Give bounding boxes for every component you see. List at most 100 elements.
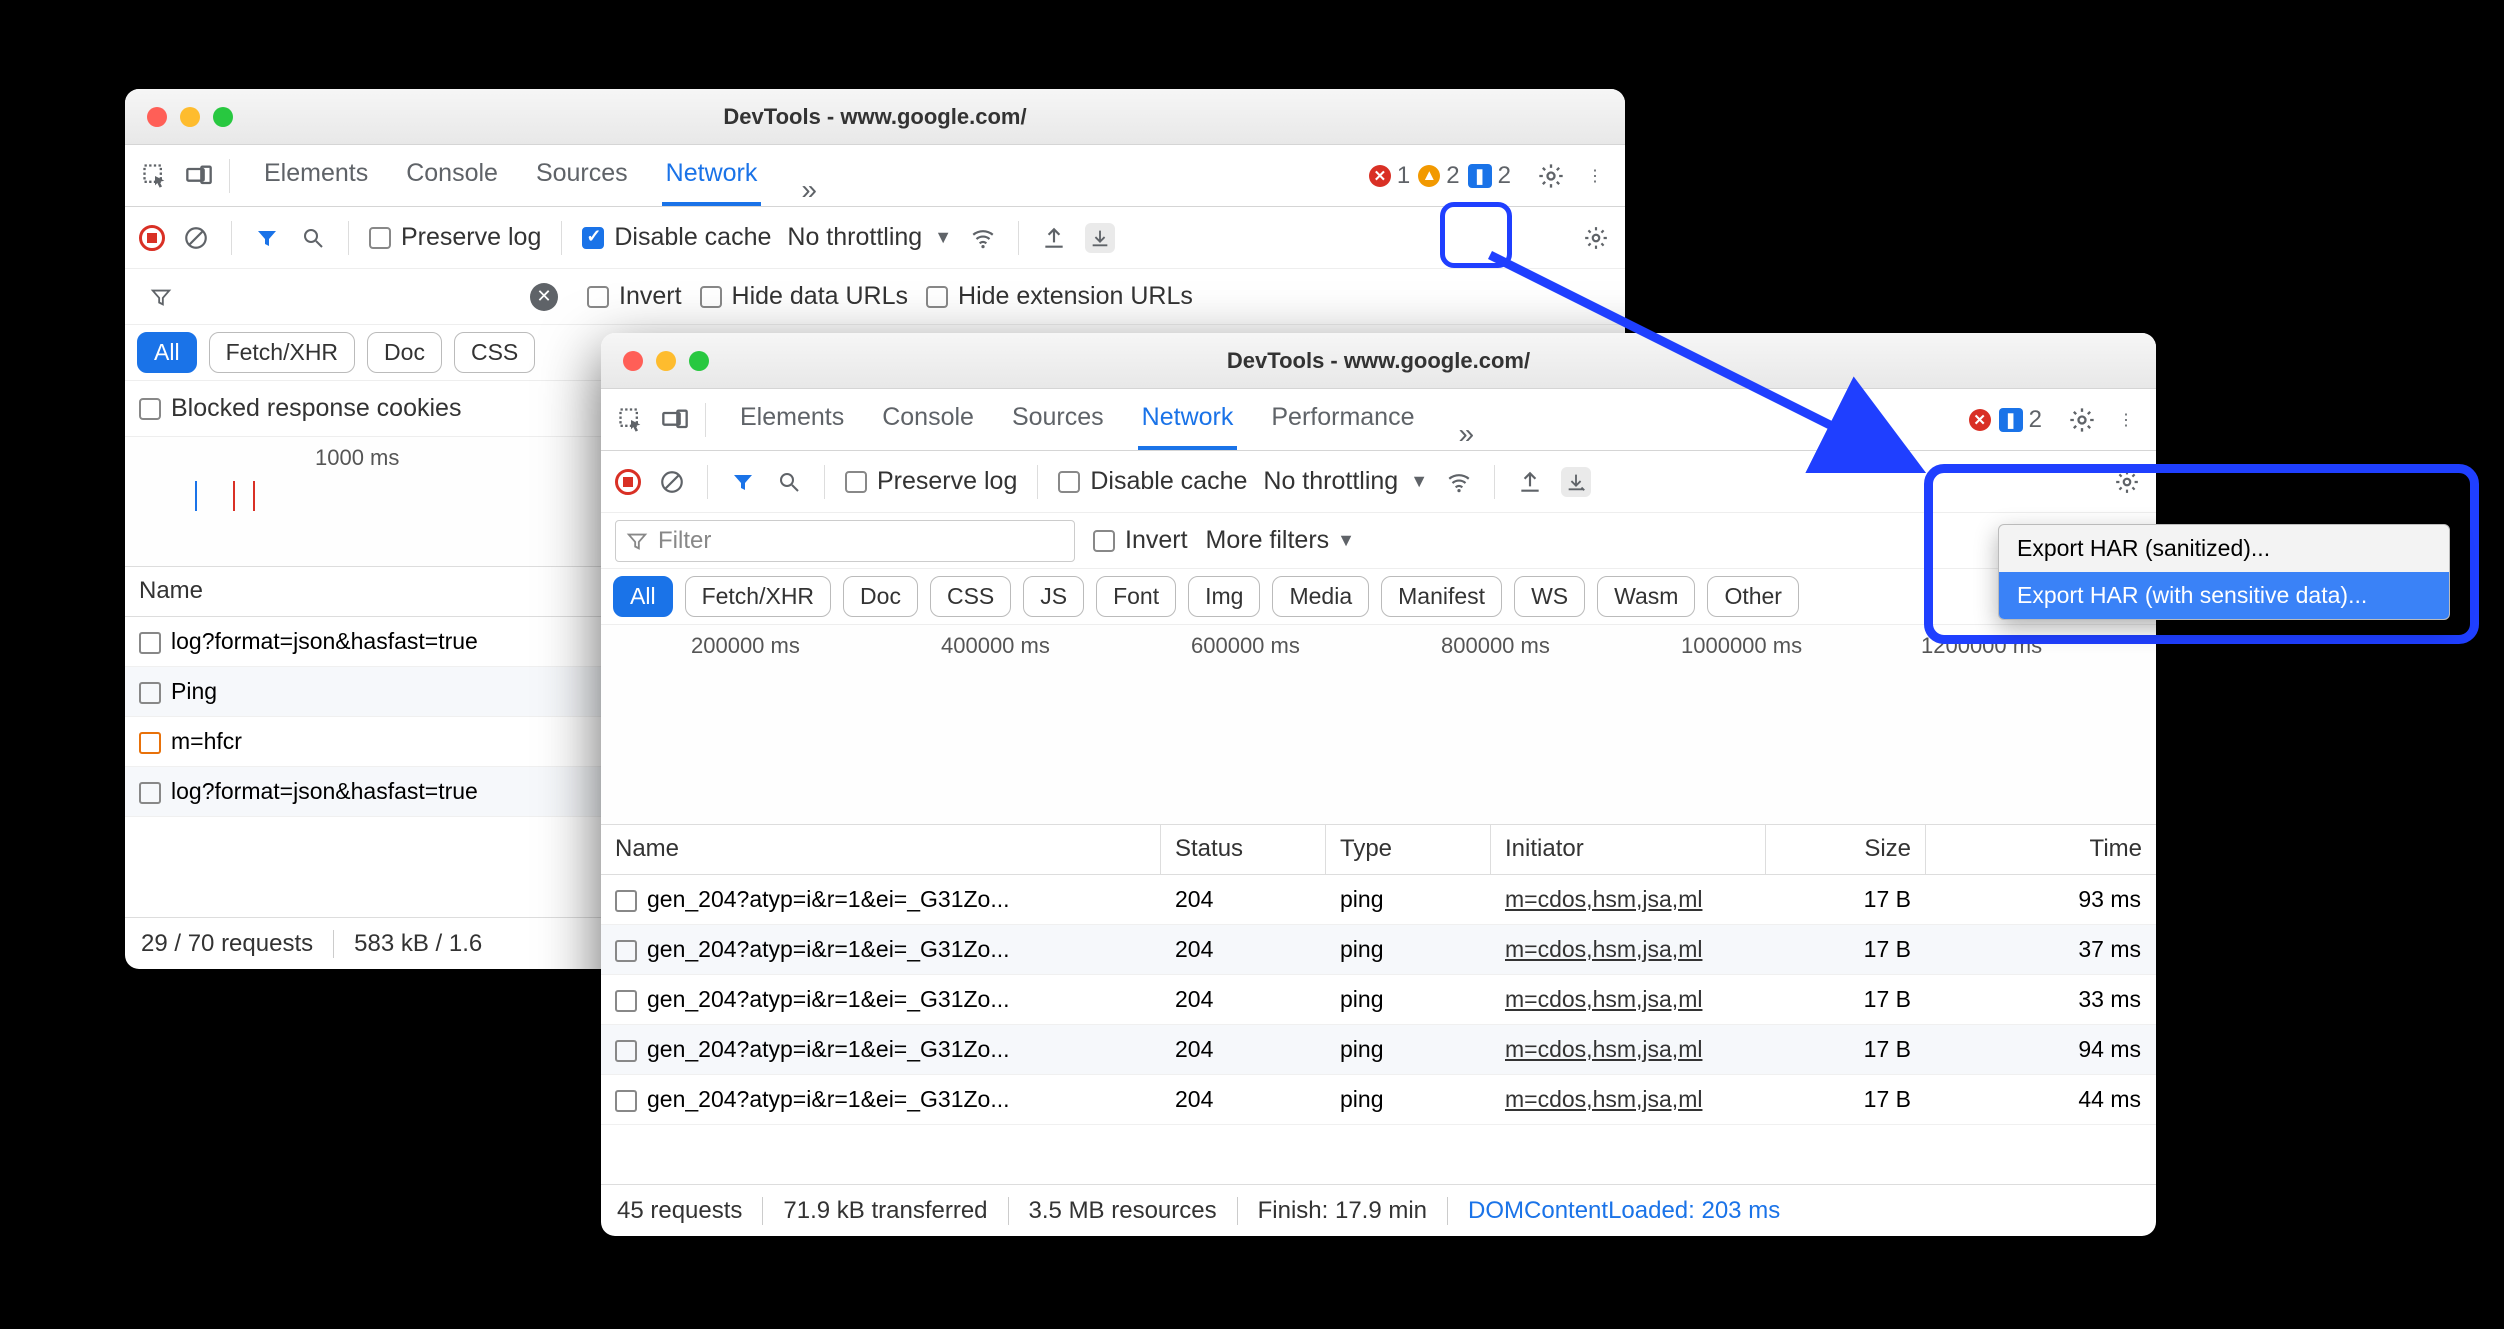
pill-doc[interactable]: Doc [843, 576, 918, 617]
filter-icon[interactable] [252, 223, 282, 253]
timeline-overview[interactable]: 200000 ms 400000 ms 600000 ms 800000 ms … [601, 625, 2156, 825]
blocked-response-cookies-checkbox[interactable]: Blocked response cookies [139, 394, 461, 423]
minimize-icon[interactable] [656, 351, 676, 371]
filter-input[interactable]: ✕ [139, 276, 569, 318]
status-domcontentloaded: DOMContentLoaded: 203 ms [1448, 1197, 1800, 1225]
tab-performance[interactable]: Performance [1267, 389, 1418, 450]
table-row[interactable]: gen_204?atyp=i&r=1&ei=_G31Zo... 204 ping… [601, 1075, 2156, 1125]
pill-img[interactable]: Img [1188, 576, 1260, 617]
divider [824, 465, 825, 499]
tab-elements[interactable]: Elements [736, 389, 848, 450]
network-settings-icon[interactable] [2112, 467, 2142, 497]
more-menu-icon[interactable]: ⋮ [1577, 158, 1613, 194]
upload-har-icon[interactable] [1515, 467, 1545, 497]
col-time[interactable]: Time [1926, 825, 2156, 874]
maximize-icon[interactable] [213, 107, 233, 127]
tab-elements[interactable]: Elements [260, 145, 372, 206]
device-toggle-icon[interactable] [657, 402, 693, 438]
inspect-icon[interactable] [137, 158, 173, 194]
more-menu-icon[interactable]: ⋮ [2108, 402, 2144, 438]
disable-cache-checkbox[interactable]: Disable cache [582, 223, 771, 252]
tab-network[interactable]: Network [1138, 389, 1238, 450]
export-har-menu: Export HAR (sanitized)... Export HAR (wi… [1998, 524, 2450, 620]
titlebar[interactable]: DevTools - www.google.com/ [125, 89, 1625, 145]
error-badge[interactable]: ✕1 [1369, 162, 1410, 190]
search-icon[interactable] [774, 467, 804, 497]
record-button[interactable] [139, 225, 165, 251]
download-har-icon[interactable] [1085, 223, 1115, 253]
table-row[interactable]: gen_204?atyp=i&r=1&ei=_G31Zo... 204 ping… [601, 1025, 2156, 1075]
col-name[interactable]: Name [601, 825, 1161, 874]
preserve-log-checkbox[interactable]: Preserve log [369, 223, 541, 252]
pill-wasm[interactable]: Wasm [1597, 576, 1695, 617]
error-badge[interactable]: ✕ [1969, 409, 1991, 431]
warning-badge[interactable]: ▲2 [1418, 162, 1459, 190]
pill-js[interactable]: JS [1023, 576, 1084, 617]
close-icon[interactable] [623, 351, 643, 371]
pill-media[interactable]: Media [1272, 576, 1369, 617]
tab-network[interactable]: Network [662, 145, 762, 206]
close-icon[interactable] [147, 107, 167, 127]
titlebar[interactable]: DevTools - www.google.com/ [601, 333, 2156, 389]
settings-icon[interactable] [1533, 158, 1569, 194]
pill-manifest[interactable]: Manifest [1381, 576, 1502, 617]
table-row[interactable]: gen_204?atyp=i&r=1&ei=_G31Zo... 204 ping… [601, 925, 2156, 975]
table-row[interactable]: gen_204?atyp=i&r=1&ei=_G31Zo... 204 ping… [601, 975, 2156, 1025]
pill-css[interactable]: CSS [930, 576, 1011, 617]
tab-sources[interactable]: Sources [532, 145, 632, 206]
maximize-icon[interactable] [689, 351, 709, 371]
network-conditions-icon[interactable] [968, 223, 998, 253]
more-tabs-icon[interactable]: » [791, 174, 827, 206]
network-settings-icon[interactable] [1581, 223, 1611, 253]
record-button[interactable] [615, 469, 641, 495]
more-tabs-icon[interactable]: » [1448, 418, 1484, 450]
filter-icon[interactable] [728, 467, 758, 497]
pill-font[interactable]: Font [1096, 576, 1176, 617]
throttling-select[interactable]: No throttling▼ [1263, 467, 1428, 496]
info-badge[interactable]: ❚2 [1468, 162, 1511, 190]
invert-checkbox[interactable]: Invert [1093, 526, 1188, 555]
col-size[interactable]: Size [1766, 825, 1926, 874]
clear-button[interactable] [657, 467, 687, 497]
tab-console[interactable]: Console [402, 145, 502, 206]
menu-item-export-har-sanitized[interactable]: Export HAR (sanitized)... [1999, 525, 2449, 572]
settings-icon[interactable] [2064, 402, 2100, 438]
network-conditions-icon[interactable] [1444, 467, 1474, 497]
tab-sources[interactable]: Sources [1008, 389, 1108, 450]
hide-data-urls-checkbox[interactable]: Hide data URLs [700, 282, 908, 311]
divider [707, 465, 708, 499]
tab-console[interactable]: Console [878, 389, 978, 450]
upload-har-icon[interactable] [1039, 223, 1069, 253]
search-icon[interactable] [298, 223, 328, 253]
pill-all[interactable]: All [137, 332, 197, 373]
col-type[interactable]: Type [1326, 825, 1491, 874]
pill-other[interactable]: Other [1707, 576, 1799, 617]
divider [229, 159, 230, 193]
more-filters-button[interactable]: More filters▼ [1206, 526, 1355, 555]
preserve-log-checkbox[interactable]: Preserve log [845, 467, 1017, 496]
menu-item-export-har-sensitive[interactable]: Export HAR (with sensitive data)... [1999, 572, 2449, 619]
col-initiator[interactable]: Initiator [1491, 825, 1766, 874]
pill-all[interactable]: All [613, 576, 673, 617]
table-row[interactable]: gen_204?atyp=i&r=1&ei=_G31Zo... 204 ping… [601, 875, 2156, 925]
pill-doc[interactable]: Doc [367, 332, 442, 373]
info-badge[interactable]: ❚2 [1999, 406, 2042, 434]
clear-filter-icon[interactable]: ✕ [530, 283, 558, 311]
pill-fetch-xhr[interactable]: Fetch/XHR [209, 332, 355, 373]
inspect-icon[interactable] [613, 402, 649, 438]
throttling-select[interactable]: No throttling▼ [787, 223, 952, 252]
pill-fetch-xhr[interactable]: Fetch/XHR [685, 576, 831, 617]
pill-css[interactable]: CSS [454, 332, 535, 373]
clear-button[interactable] [181, 223, 211, 253]
filter-input[interactable]: Filter [615, 520, 1075, 562]
pill-ws[interactable]: WS [1514, 576, 1585, 617]
status-transferred: 71.9 kB transferred [763, 1197, 1008, 1225]
device-toggle-icon[interactable] [181, 158, 217, 194]
download-har-icon[interactable] [1561, 467, 1591, 497]
minimize-icon[interactable] [180, 107, 200, 127]
col-status[interactable]: Status [1161, 825, 1326, 874]
hide-extension-urls-checkbox[interactable]: Hide extension URLs [926, 282, 1193, 311]
invert-checkbox[interactable]: Invert [587, 282, 682, 311]
disable-cache-checkbox[interactable]: Disable cache [1058, 467, 1247, 496]
divider [348, 221, 349, 255]
